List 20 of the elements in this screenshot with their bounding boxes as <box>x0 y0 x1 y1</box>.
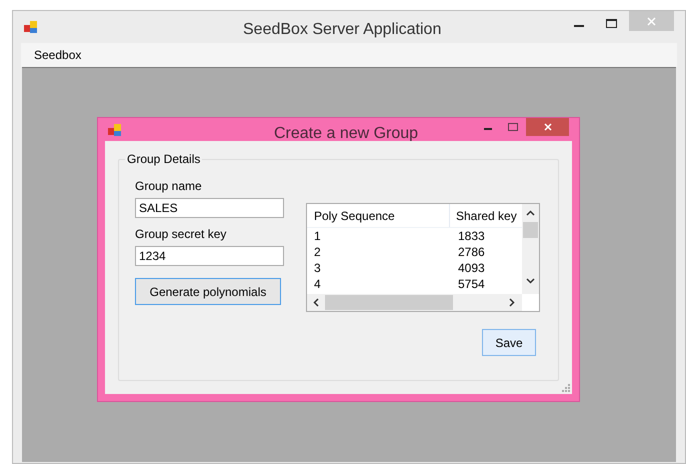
menu-item[interactable]: Seedbox <box>34 46 82 64</box>
group-box-title: Group Details <box>125 151 202 167</box>
text-field[interactable]: SALES <box>135 198 284 218</box>
column-header[interactable]: Shared key <box>450 204 522 227</box>
field-label: Group secret key <box>135 227 228 241</box>
table-cell-text: 1 <box>313 228 322 244</box>
table-cell-text: 1833 <box>457 228 486 244</box>
table-cell-text: 4093 <box>457 260 486 276</box>
generate-button[interactable]: Generate polynomials <box>135 278 281 305</box>
window-title: SeedBox Server Application <box>243 20 442 40</box>
table-cell-text: 2 <box>313 244 322 260</box>
field-label: Group name <box>135 179 203 193</box>
table-cell-text: 4 <box>313 276 322 292</box>
text-field[interactable]: 1234 <box>135 246 284 266</box>
table-cell-text: 3 <box>313 260 322 276</box>
table-cell-text: 5754 <box>457 276 486 292</box>
save-button[interactable]: Save <box>482 329 536 356</box>
dialog-title: Create a new Group <box>274 124 418 144</box>
table-cell-text: 2786 <box>457 244 486 260</box>
column-header[interactable]: Poly Sequence <box>307 204 450 227</box>
